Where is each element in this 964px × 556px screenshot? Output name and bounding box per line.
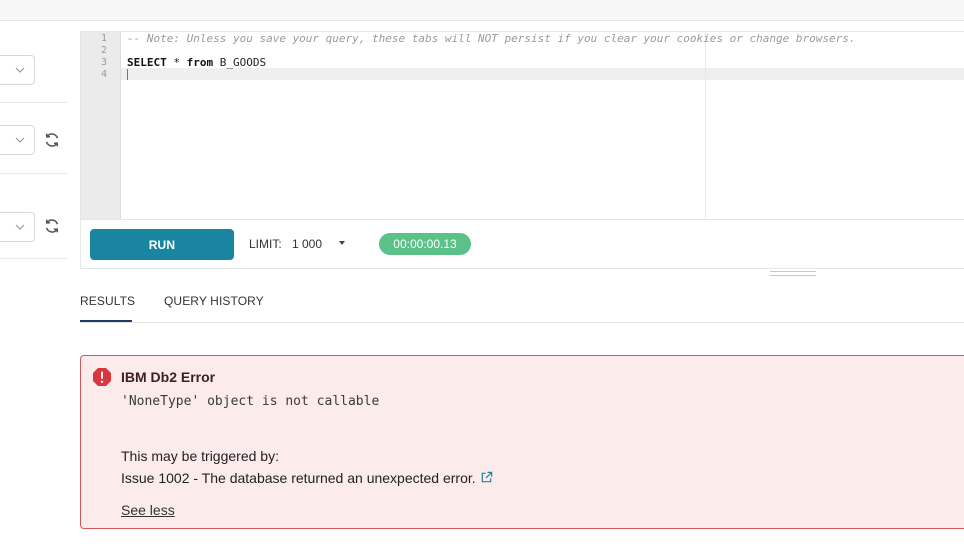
query-toolbar: RUN LIMIT: 1 000 00:00:00.13 [80, 219, 964, 269]
line-number: 4 [100, 69, 107, 80]
refresh-icon[interactable] [43, 131, 61, 149]
see-less-link[interactable]: See less [121, 502, 175, 518]
left-panel [0, 21, 70, 321]
line-number: 2 [100, 45, 107, 56]
tab-query-history[interactable]: QUERY HISTORY [164, 294, 264, 308]
active-line-highlight [121, 68, 964, 80]
database-select[interactable] [0, 55, 35, 85]
divider [0, 173, 68, 174]
sql-keyword-select: SELECT [127, 56, 167, 69]
sql-editor[interactable]: 1 2 3 4 -- Note: Unless you save your qu… [80, 31, 964, 220]
top-bar [0, 0, 964, 21]
error-icon [93, 368, 111, 386]
table-select[interactable] [0, 212, 35, 242]
divider [0, 258, 68, 259]
chevron-down-icon [15, 137, 25, 143]
error-alert: IBM Db2 Error 'NoneType' object is not c… [80, 355, 964, 529]
chevron-down-icon [15, 67, 25, 73]
issue-line: Issue 1002 - The database returned an un… [121, 470, 493, 486]
limit-select[interactable]: 1 000 [292, 237, 322, 251]
limit-label: LIMIT: [249, 237, 282, 251]
code-line-comment: -- Note: Unless you save your query, the… [127, 32, 856, 45]
resize-handle[interactable] [770, 271, 816, 276]
sql-star: * [166, 56, 187, 69]
run-button[interactable]: RUN [90, 229, 234, 260]
active-tab-indicator [80, 320, 132, 322]
print-margin [705, 32, 706, 220]
sql-table-name: B_GOODS [213, 56, 267, 69]
line-number: 1 [100, 33, 107, 44]
tab-results[interactable]: RESULTS [80, 294, 135, 308]
refresh-icon[interactable] [43, 217, 61, 235]
divider [0, 102, 68, 103]
trigger-text: This may be triggered by: [121, 448, 279, 464]
results-tabs: RESULTS QUERY HISTORY [80, 286, 964, 323]
text-cursor [127, 69, 128, 80]
editor-gutter: 1 2 3 4 [81, 32, 121, 220]
issue-text: Issue 1002 - The database returned an un… [121, 470, 476, 486]
code-line-query: SELECT * from B_GOODS [127, 57, 266, 69]
schema-select[interactable] [0, 125, 35, 155]
chevron-down-icon [15, 224, 25, 230]
line-number: 3 [100, 57, 107, 68]
external-link-icon[interactable] [480, 471, 493, 484]
elapsed-time-badge: 00:00:00.13 [379, 233, 471, 255]
error-message: 'NoneType' object is not callable [121, 394, 380, 409]
sql-keyword-from: from [186, 56, 214, 69]
error-title: IBM Db2 Error [121, 369, 216, 385]
limit-caret-icon[interactable] [339, 241, 345, 245]
